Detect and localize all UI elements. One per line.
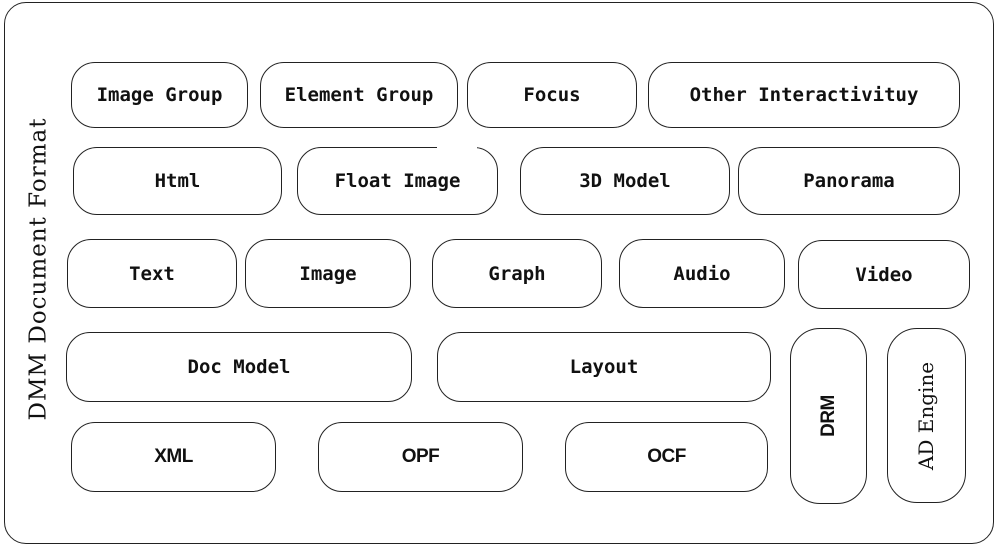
box-element-group: Element Group (260, 62, 458, 128)
box-audio: Audio (619, 239, 785, 308)
box-label: Panorama (803, 170, 895, 192)
box-text: Text (67, 239, 237, 308)
box-focus: Focus (467, 62, 637, 128)
box-label: Other Interactivituy (689, 84, 919, 106)
box-label: DRM (817, 395, 839, 437)
box-image-group: Image Group (71, 62, 248, 128)
box-doc-model: Doc Model (66, 332, 412, 402)
box-label: AD Engine (914, 361, 939, 470)
box-label: Image (299, 262, 357, 285)
box-image: Image (245, 239, 411, 308)
box-panorama: Panorama (738, 147, 960, 215)
box-label: XML (154, 446, 193, 467)
box-label: Image Group (96, 84, 223, 106)
box-label: 3D Model (579, 170, 671, 192)
box-3d-model: 3D Model (520, 147, 730, 215)
box-other-interactivity: Other Interactivituy (648, 62, 960, 128)
box-label: Doc Model (187, 356, 291, 378)
box-label: OCF (647, 446, 686, 467)
box-label: Element Group (284, 84, 434, 106)
box-html: Html (73, 147, 282, 215)
box-layout: Layout (437, 332, 771, 402)
box-float-image: Float Image (297, 147, 498, 215)
box-xml: XML (71, 422, 276, 492)
diagram-title-text: DMM Document Format (25, 117, 51, 421)
box-opf: OPF (318, 422, 523, 492)
box-label: Video (855, 263, 913, 286)
box-label: Html (154, 170, 201, 192)
box-label: Layout (569, 356, 639, 378)
diagram-title: DMM Document Format (18, 94, 58, 444)
box-ocf: OCF (565, 422, 768, 492)
box-graph: Graph (432, 239, 602, 308)
box-label: Text (129, 262, 175, 285)
box-label: OPF (401, 446, 440, 467)
box-label: Graph (488, 262, 546, 285)
box-drm: DRM (790, 328, 867, 504)
box-ad-engine: AD Engine (887, 328, 966, 503)
box-label: Audio (673, 262, 731, 285)
border-gap (437, 144, 477, 150)
box-label: Float Image (334, 170, 461, 192)
box-video: Video (798, 240, 970, 309)
box-label: Focus (523, 84, 581, 106)
